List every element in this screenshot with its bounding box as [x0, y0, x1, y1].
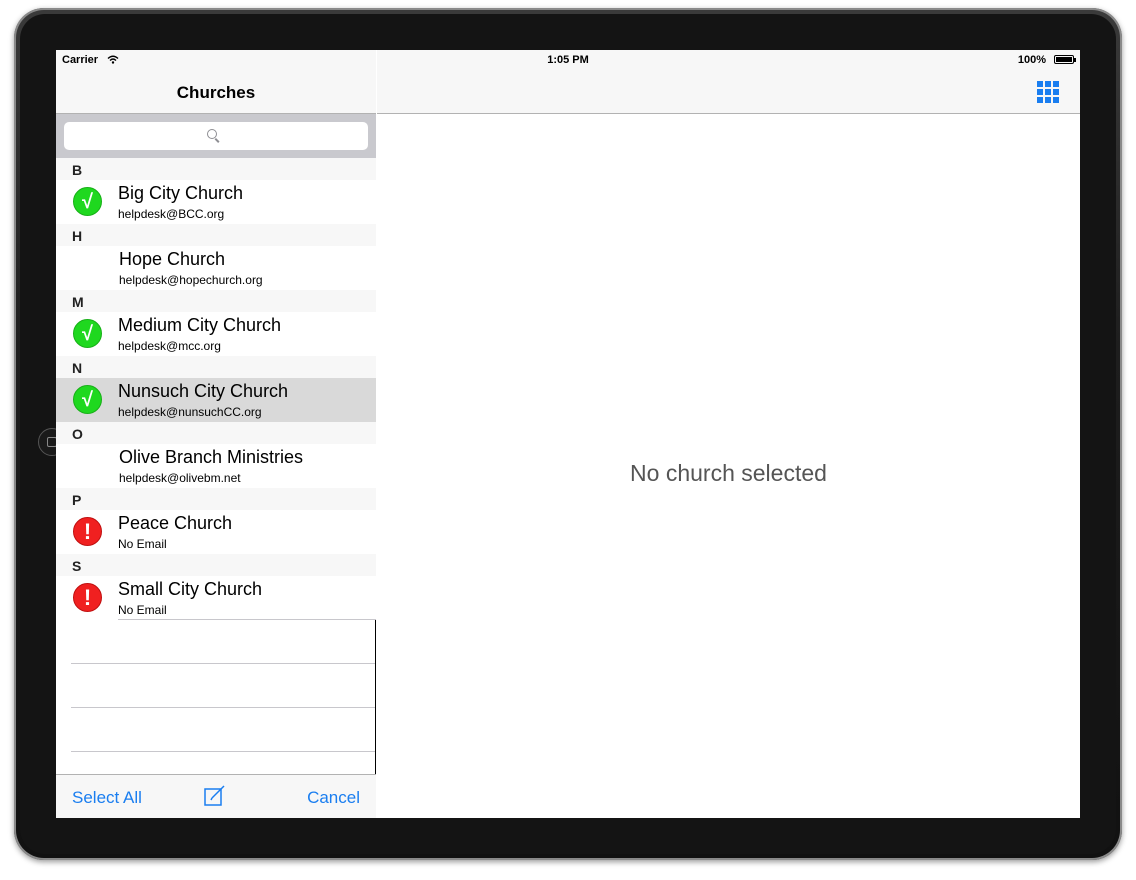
screen: Churches B √ Big City Church helpdesk@BCC.o…: [56, 50, 1080, 818]
church-name: Medium City Church: [118, 315, 282, 335]
row-separator: [118, 619, 376, 620]
warning-icon: !: [73, 583, 102, 612]
master-pane: Churches B √ Big City Church helpdesk@BCC.o…: [56, 50, 376, 818]
empty-row-separator: [71, 751, 375, 752]
church-row[interactable]: √ Big City Church helpdesk@BCC.org: [56, 180, 376, 224]
checkmark-icon: √: [73, 385, 102, 414]
checkmark-icon: √: [73, 187, 102, 216]
empty-row-separator: [71, 707, 375, 708]
compose-icon[interactable]: [204, 785, 226, 807]
warning-icon: !: [73, 517, 102, 546]
search-bar: [56, 114, 376, 158]
church-row[interactable]: Olive Branch Ministries helpdesk@olivebm.…: [56, 444, 376, 488]
select-all-button[interactable]: Select All: [72, 788, 142, 808]
detail-pane: No church selected: [377, 50, 1080, 818]
church-name: Hope Church: [119, 249, 226, 269]
church-name: Big City Church: [118, 183, 244, 203]
no-selection-message: No church selected: [630, 460, 827, 486]
church-email: helpdesk@mcc.org: [118, 339, 221, 353]
church-email: helpdesk@hopechurch.org: [119, 273, 263, 287]
battery-icon: [1054, 55, 1076, 64]
section-header: O: [56, 422, 376, 444]
church-row[interactable]: ! Peace Church No Email: [56, 510, 376, 554]
search-input[interactable]: [64, 122, 368, 150]
church-email: helpdesk@nunsuchCC.org: [118, 405, 262, 419]
church-email: No Email: [118, 537, 167, 551]
church-name: Peace Church: [118, 513, 233, 533]
church-name: Small City Church: [118, 579, 263, 599]
search-icon: [207, 129, 217, 139]
church-row[interactable]: ! Small City Church No Email: [56, 576, 376, 620]
status-bar: Carrier 1:05 PM 100%: [56, 50, 1080, 70]
section-header: N: [56, 356, 376, 378]
checkmark-icon: √: [73, 319, 102, 348]
empty-row-separator: [71, 663, 375, 664]
church-row[interactable]: √ Nunsuch City Church helpdesk@nunsuchCC.o…: [56, 378, 376, 422]
church-name: Olive Branch Ministries: [119, 447, 304, 467]
church-name: Nunsuch City Church: [118, 381, 289, 401]
section-header: B: [56, 158, 376, 180]
clock: 1:05 PM: [547, 54, 589, 66]
section-header: M: [56, 290, 376, 312]
church-list: B √ Big City Church helpdesk@BCC.org H Hope C…: [56, 158, 376, 620]
bottom-toolbar: Select All Cancel: [56, 774, 376, 818]
church-email: helpdesk@BCC.org: [118, 207, 225, 221]
church-row[interactable]: Hope Church helpdesk@hopechurch.org: [56, 246, 376, 290]
section-header: S: [56, 554, 376, 576]
section-header: H: [56, 224, 376, 246]
battery-percentage: 100%: [1017, 54, 1046, 66]
church-email: helpdesk@olivebm.net: [119, 471, 241, 485]
cancel-button[interactable]: Cancel: [307, 788, 360, 808]
church-email: No Email: [118, 603, 167, 617]
grid-icon[interactable]: [1037, 81, 1059, 103]
page-title: Churches: [176, 83, 256, 102]
section-header: P: [56, 488, 376, 510]
church-row[interactable]: √ Medium City Church helpdesk@mcc.org: [56, 312, 376, 356]
